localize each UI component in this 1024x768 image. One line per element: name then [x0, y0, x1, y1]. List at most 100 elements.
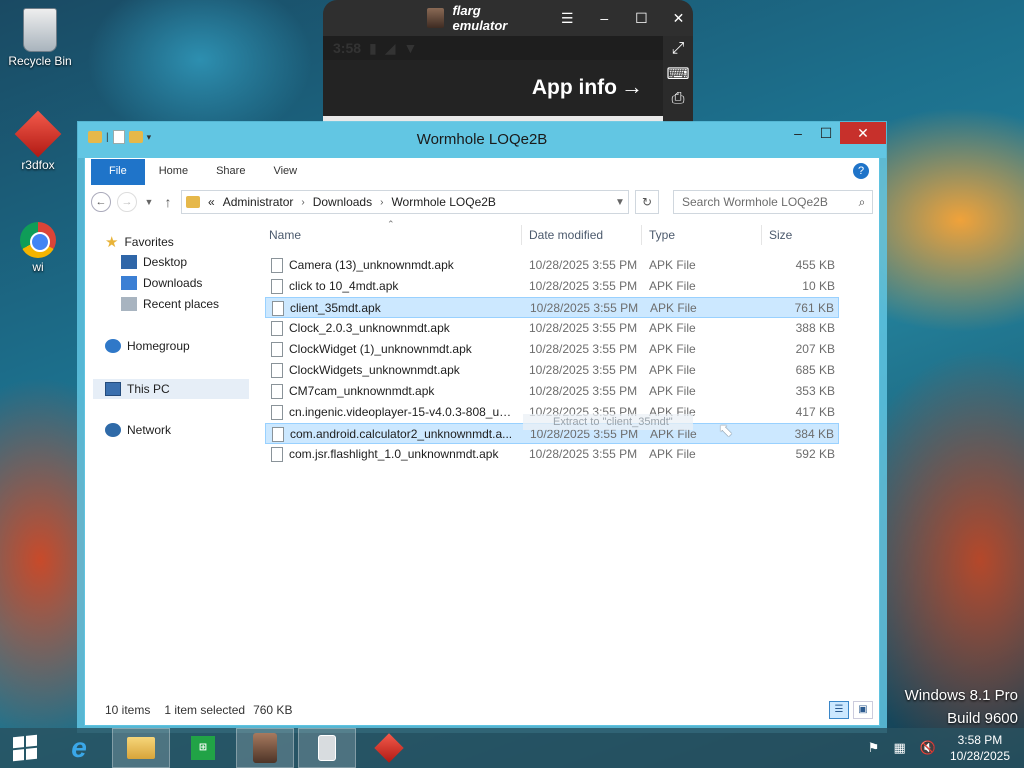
taskbar-r3dfox[interactable]	[360, 728, 418, 768]
help-icon[interactable]: ?	[853, 163, 869, 179]
forward-button[interactable]: →	[117, 192, 137, 212]
address-bar[interactable]: « Administrator › Downloads › Wormhole L…	[181, 190, 629, 214]
navigation-pane: ★ Favorites Desktop Downloads Recent pla…	[91, 225, 249, 685]
android-app-title: App info	[531, 76, 617, 99]
refresh-button[interactable]: ↻	[635, 190, 659, 214]
column-divider[interactable]	[521, 225, 522, 245]
emulator-titlebar[interactable]: flarg emulator ☰ – ☐ ✕	[323, 0, 693, 36]
emulator-maximize-button[interactable]: ☐	[627, 10, 656, 27]
file-row[interactable]: com.jsr.flashlight_1.0_unknownmdt.apk 10/…	[265, 444, 839, 465]
keyboard-icon[interactable]: ⌨	[666, 64, 689, 84]
column-header-size[interactable]: Size	[769, 225, 792, 245]
up-button[interactable]: ↑	[161, 194, 175, 210]
nav-this-pc[interactable]: This PC	[93, 379, 249, 399]
column-divider[interactable]	[641, 225, 642, 245]
file-size: 207 KB	[795, 342, 835, 356]
back-button[interactable]: ←	[91, 192, 111, 212]
search-input[interactable]: Search Wormhole LOQe2B ⌕	[673, 190, 873, 214]
file-name: Clock_2.0.3_unknownmdt.apk	[289, 321, 450, 335]
file-icon	[272, 427, 284, 442]
nav-downloads[interactable]: Downloads	[121, 276, 202, 290]
taskbar-flarg-emulator[interactable]	[236, 728, 294, 768]
taskbar-device[interactable]	[298, 728, 356, 768]
phone-icon	[318, 735, 336, 761]
file-date: 10/28/2025 3:55 PM	[529, 447, 638, 461]
nav-network[interactable]: Network	[105, 423, 171, 437]
nav-homegroup[interactable]: Homegroup	[105, 339, 190, 353]
nav-desktop[interactable]: Desktop	[121, 255, 187, 269]
emulator-sidebar: ⤢ ⌨ ⎙	[663, 36, 693, 130]
tab-view[interactable]: View	[259, 159, 311, 185]
chevron-right-icon[interactable]: ›	[380, 197, 383, 208]
start-button[interactable]	[0, 728, 50, 768]
minimize-button[interactable]: –	[784, 122, 812, 144]
arrow-right-icon[interactable]: →	[621, 74, 643, 100]
view-switcher: ☰ ▣	[829, 701, 873, 719]
emulator-window[interactable]: flarg emulator ☰ – ☐ ✕ 3:58 ▮ ◢ ▼ App in…	[323, 0, 693, 130]
breadcrumb-current[interactable]: Wormhole LOQe2B	[391, 195, 496, 209]
emulator-menu-icon[interactable]: ☰	[553, 10, 582, 27]
desktop-icon-recycle-bin[interactable]: Recycle Bin	[2, 8, 78, 68]
explorer-window[interactable]: | ▾ Wormhole LOQe2B – ☐ ✕ File Home Shar…	[78, 122, 886, 726]
desktop-icon-chrome[interactable]: wi	[0, 222, 76, 274]
network-icon	[105, 423, 121, 437]
taskbar-file-explorer[interactable]	[112, 728, 170, 768]
file-date: 10/28/2025 3:55 PM	[529, 321, 638, 335]
file-icon	[271, 321, 283, 336]
search-icon[interactable]: ⌕	[852, 195, 872, 210]
column-header-type[interactable]: Type	[649, 225, 675, 245]
system-tray: ⚑ ▦ 🔇 3:58 PM 10/28/2025	[868, 732, 1024, 764]
volume-muted-icon[interactable]: 🔇	[920, 740, 936, 756]
file-row[interactable]: click to 10_4mdt.apk 10/28/2025 3:55 PM AP…	[265, 276, 839, 297]
file-icon	[271, 405, 283, 420]
taskbar-store[interactable]: ⊞	[174, 728, 232, 768]
breadcrumb-administrator[interactable]: Administrator	[223, 195, 294, 209]
desktop-icon-r3dfox[interactable]: r3dfox	[0, 110, 76, 172]
action-center-flag-icon[interactable]: ⚑	[868, 740, 880, 756]
status-item-count: 10 items	[105, 703, 151, 717]
file-row[interactable]: client_35mdt.apk 10/28/2025 3:55 PM APK Fi…	[265, 297, 839, 318]
address-overflow[interactable]: «	[208, 195, 215, 209]
install-apk-icon[interactable]: ⎙	[672, 90, 685, 108]
network-tray-icon[interactable]: ▦	[893, 740, 905, 756]
file-icon	[271, 342, 283, 357]
tab-file[interactable]: File	[91, 159, 145, 185]
fullscreen-icon[interactable]: ⤢	[672, 40, 685, 58]
explorer-titlebar[interactable]: | ▾ Wormhole LOQe2B – ☐ ✕	[78, 122, 886, 158]
file-type: APK File	[649, 258, 696, 272]
large-icons-view-icon[interactable]: ▣	[853, 701, 873, 719]
tab-home[interactable]: Home	[145, 159, 202, 185]
chevron-down-icon[interactable]: ▼	[612, 197, 628, 208]
file-type: APK File	[650, 301, 697, 315]
maximize-button[interactable]: ☐	[812, 122, 840, 144]
column-header-date[interactable]: Date modified	[529, 225, 603, 245]
file-row[interactable]: Camera (13)_unknownmdt.apk 10/28/2025 3:5…	[265, 255, 839, 276]
file-icon	[271, 384, 283, 399]
close-button[interactable]: ✕	[840, 122, 886, 144]
taskbar-internet-explorer[interactable]: e	[50, 728, 108, 768]
column-divider[interactable]	[761, 225, 762, 245]
tab-share[interactable]: Share	[202, 159, 259, 185]
nav-recent-places[interactable]: Recent places	[121, 297, 219, 311]
recent-locations-icon[interactable]: ▼	[143, 197, 155, 207]
chevron-right-icon[interactable]: ›	[301, 197, 304, 208]
nav-label: Recent places	[143, 297, 220, 311]
details-view-icon[interactable]: ☰	[829, 701, 849, 719]
nav-label: This PC	[127, 382, 170, 396]
battery-icon: ▮	[369, 39, 377, 56]
file-name: client_35mdt.apk	[290, 301, 381, 315]
nav-favorites[interactable]: ★ Favorites	[105, 233, 174, 251]
file-icon	[272, 301, 284, 316]
breadcrumb-downloads[interactable]: Downloads	[313, 195, 372, 209]
emulator-close-button[interactable]: ✕	[664, 10, 693, 27]
file-row[interactable]: ClockWidgets_unknownmdt.apk 10/28/2025 3:…	[265, 360, 839, 381]
file-row[interactable]: CM7cam_unknownmdt.apk 10/28/2025 3:55 PM A…	[265, 381, 839, 402]
emulator-minimize-button[interactable]: –	[590, 10, 619, 26]
taskbar-clock[interactable]: 3:58 PM 10/28/2025	[950, 732, 1010, 764]
file-type: APK File	[649, 279, 696, 293]
file-type: APK File	[649, 384, 696, 398]
file-row[interactable]: ClockWidget (1)_unknownmdt.apk 10/28/2025…	[265, 339, 839, 360]
column-header-name[interactable]: Name	[269, 225, 301, 245]
file-name: click to 10_4mdt.apk	[289, 279, 399, 293]
file-row[interactable]: Clock_2.0.3_unknownmdt.apk 10/28/2025 3:5…	[265, 318, 839, 339]
